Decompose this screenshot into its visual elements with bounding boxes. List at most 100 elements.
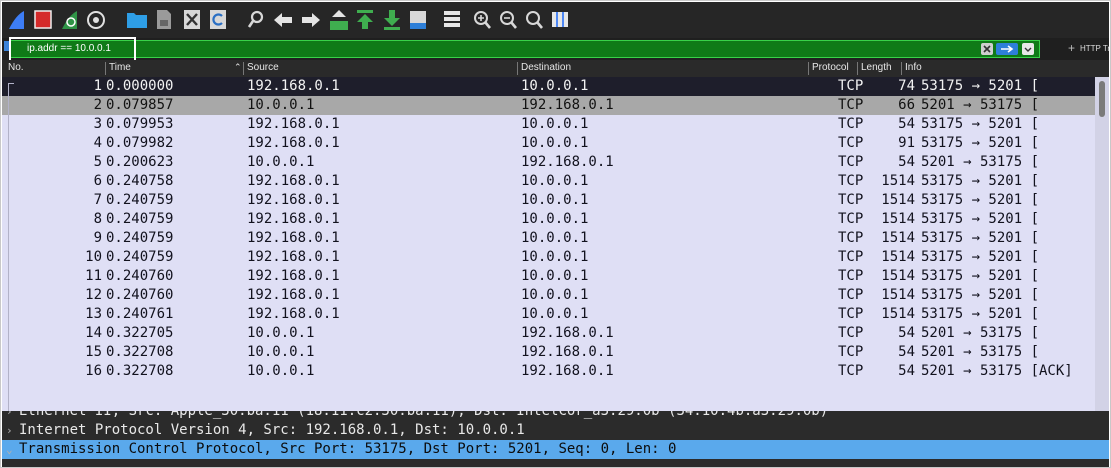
scrollbar-thumb[interactable]	[1099, 81, 1105, 117]
packet-destination: 10.0.0.1	[521, 78, 589, 94]
column-time[interactable]: Time	[109, 62, 131, 73]
packet-row[interactable]: 11 0.240760 192.168.0.1 10.0.0.1 TCP 1514 5317…	[2, 267, 1095, 286]
packet-row[interactable]: 4 0.079982 192.168.0.1 10.0.0.1 TCP 91 53175 →…	[2, 134, 1095, 153]
packet-source: 192.168.0.1	[247, 173, 340, 189]
packet-row[interactable]: 10 0.240759 192.168.0.1 10.0.0.1 TCP 1514 5317…	[2, 248, 1095, 267]
packet-info: 53175 → 5201 [	[921, 192, 1040, 208]
packet-length: 91	[898, 135, 915, 151]
zoom-normal-icon[interactable]	[524, 7, 544, 33]
zoom-out-icon[interactable]	[498, 7, 518, 33]
expanded-chevron-icon[interactable]: ⌄	[6, 440, 13, 459]
colorize-lines-icon[interactable]	[442, 7, 462, 33]
packet-row[interactable]: 8 0.240759 192.168.0.1 10.0.0.1 TCP 1514 53175…	[2, 210, 1095, 229]
packet-info: 53175 → 5201 [	[921, 230, 1040, 246]
packet-length: 1514	[881, 211, 915, 227]
packet-info: 5201 → 53175 [	[921, 344, 1040, 360]
packet-destination: 10.0.0.1	[521, 249, 589, 265]
column-info[interactable]: Info	[905, 62, 922, 73]
http-traffic-filter-button[interactable]: HTTP Traffic	[1080, 44, 1110, 53]
packet-details-pane: › Ethernet II, Src: Apple_30:ba:11 (18:11…	[2, 411, 1109, 467]
shark-fin-start-icon[interactable]	[7, 7, 27, 33]
packet-length: 66	[898, 97, 915, 113]
detail-tree-item[interactable]: › Internet Protocol Version 4, Src: 192.1…	[2, 421, 1109, 440]
packet-length: 1514	[881, 192, 915, 208]
conversation-tree-line	[8, 83, 9, 411]
resize-columns-icon[interactable]	[550, 7, 570, 33]
packet-protocol: TCP	[838, 78, 864, 94]
packet-source: 10.0.0.1	[247, 363, 315, 379]
filter-history-dropdown-icon[interactable]	[1022, 43, 1034, 55]
packet-no: 10	[85, 249, 102, 265]
packet-destination: 192.168.0.1	[521, 154, 614, 170]
go-last-packet-icon[interactable]	[382, 7, 402, 33]
column-destination[interactable]: Destination	[521, 62, 571, 73]
apply-filter-arrow-icon[interactable]	[996, 43, 1018, 55]
packet-destination: 192.168.0.1	[521, 363, 614, 379]
packet-row[interactable]: 2 0.079857 10.0.0.1 192.168.0.1 TCP 66 5201 → …	[2, 96, 1095, 115]
column-length[interactable]: Length	[861, 62, 892, 73]
packet-row[interactable]: 6 0.240758 192.168.0.1 10.0.0.1 TCP 1514 53175…	[2, 172, 1095, 191]
wireshark-window: ip.addr == 10.0.0.1 + HTTP Traffic No. T…	[0, 0, 1111, 468]
go-to-packet-icon[interactable]	[328, 7, 350, 33]
stop-square-icon[interactable]	[33, 7, 53, 33]
add-filter-button-plus-icon[interactable]: +	[1068, 41, 1075, 55]
packet-no: 6	[93, 173, 102, 189]
packet-list-scrollbar[interactable]	[1095, 77, 1109, 411]
collapsed-chevron-icon[interactable]: ›	[6, 411, 13, 421]
column-source[interactable]: Source	[247, 62, 279, 73]
shark-fin-restart-icon[interactable]	[60, 7, 80, 33]
packet-destination: 10.0.0.1	[521, 211, 589, 227]
packet-no: 8	[93, 211, 102, 227]
packet-row[interactable]: 7 0.240759 192.168.0.1 10.0.0.1 TCP 1514 53175…	[2, 191, 1095, 210]
packet-time: 0.240759	[106, 230, 174, 246]
packet-destination: 10.0.0.1	[521, 192, 589, 208]
detail-tree-item[interactable]: ⌄ Transmission Control Protocol, Src Port…	[2, 440, 1109, 459]
packet-row[interactable]: 16 0.322708 10.0.0.1 192.168.0.1 TCP 54 5201 →…	[2, 362, 1095, 381]
packet-protocol: TCP	[838, 344, 864, 360]
packet-time: 0.240759	[106, 249, 174, 265]
packet-protocol: TCP	[838, 268, 864, 284]
packet-length: 1514	[881, 249, 915, 265]
detail-text: Ethernet II, Src: Apple_30:ba:11 (18:11:…	[19, 411, 829, 419]
collapsed-chevron-icon[interactable]: ›	[6, 421, 13, 440]
packet-row[interactable]: 1 0.000000 192.168.0.1 10.0.0.1 TCP 74 53175 →…	[2, 77, 1095, 96]
packet-row[interactable]: 12 0.240760 192.168.0.1 10.0.0.1 TCP 1514 5317…	[2, 286, 1095, 305]
close-file-icon[interactable]	[182, 7, 202, 33]
packet-list-header: No. Time ⌃ Source Destination Protocol L…	[2, 60, 1109, 77]
packet-row[interactable]: 13 0.240761 192.168.0.1 10.0.0.1 TCP 1514 5317…	[2, 305, 1095, 324]
reload-file-icon[interactable]	[208, 7, 228, 33]
packet-source: 192.168.0.1	[247, 78, 340, 94]
save-file-icon[interactable]	[154, 7, 174, 33]
detail-tree-item[interactable]: › Ethernet II, Src: Apple_30:ba:11 (18:11…	[2, 411, 1109, 421]
packet-protocol: TCP	[838, 363, 864, 379]
go-back-arrow-icon[interactable]	[272, 7, 294, 33]
packet-row[interactable]: 5 0.200623 10.0.0.1 192.168.0.1 TCP 54 5201 → …	[2, 153, 1095, 172]
autoscroll-icon[interactable]	[408, 7, 428, 33]
go-first-packet-icon[interactable]	[355, 7, 375, 33]
packet-destination: 192.168.0.1	[521, 344, 614, 360]
packet-protocol: TCP	[838, 211, 864, 227]
packet-row[interactable]: 15 0.322708 10.0.0.1 192.168.0.1 TCP 54 5201 →…	[2, 343, 1095, 362]
packet-row[interactable]: 3 0.079953 192.168.0.1 10.0.0.1 TCP 54 53175 →…	[2, 115, 1095, 134]
packet-destination: 10.0.0.1	[521, 230, 589, 246]
go-forward-arrow-icon[interactable]	[300, 7, 322, 33]
packet-source: 192.168.0.1	[247, 135, 340, 151]
find-packet-icon[interactable]	[246, 7, 266, 33]
clear-filter-icon[interactable]	[981, 43, 993, 55]
display-filter-input[interactable]: ip.addr == 10.0.0.1	[10, 40, 1040, 58]
packet-row[interactable]: 9 0.240759 192.168.0.1 10.0.0.1 TCP 1514 53175…	[2, 229, 1095, 248]
packet-source: 192.168.0.1	[247, 249, 340, 265]
packet-info: 53175 → 5201 [	[921, 287, 1040, 303]
open-folder-icon[interactable]	[126, 7, 148, 33]
packet-source: 192.168.0.1	[247, 192, 340, 208]
packet-no: 14	[85, 325, 102, 341]
packet-source: 192.168.0.1	[247, 116, 340, 132]
column-protocol[interactable]: Protocol	[812, 62, 849, 73]
packet-length: 54	[898, 363, 915, 379]
packet-source: 192.168.0.1	[247, 211, 340, 227]
capture-options-gear-icon[interactable]	[86, 7, 106, 33]
zoom-in-icon[interactable]	[472, 7, 492, 33]
packet-info: 53175 → 5201 [	[921, 268, 1040, 284]
column-no[interactable]: No.	[8, 62, 24, 73]
packet-row[interactable]: 14 0.322705 10.0.0.1 192.168.0.1 TCP 54 5201 →…	[2, 324, 1095, 343]
